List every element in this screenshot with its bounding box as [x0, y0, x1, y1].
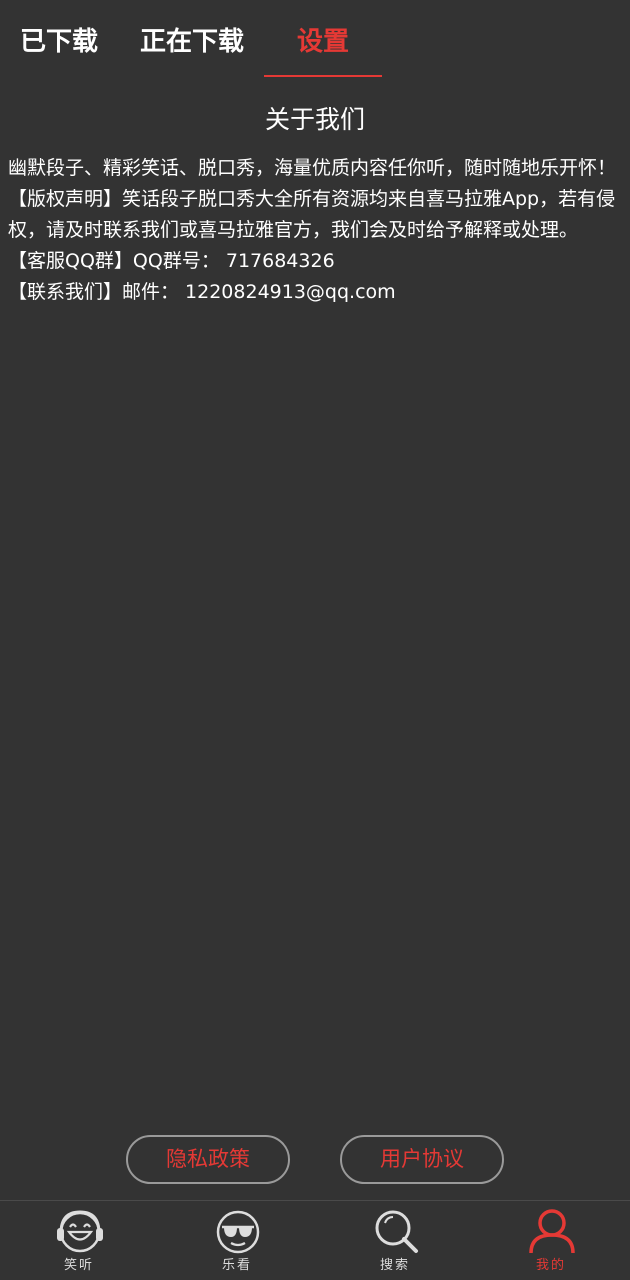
nav-label-xiaoting: 笑听 — [63, 1258, 94, 1273]
active-tab-indicator — [264, 75, 382, 77]
search-icon — [375, 1210, 418, 1253]
privacy-policy-button[interactable]: 隐私政策 — [126, 1135, 290, 1184]
tab-downloading[interactable]: 正在下载 — [140, 22, 244, 62]
nav-label-mine: 我的 — [535, 1258, 566, 1273]
copyright-notice: 【版权声明】笑话段子脱口秀大全所有资源均来自喜马拉雅App，若有侵权，请及时联系… — [8, 188, 616, 241]
nav-label-lekan: 乐看 — [221, 1258, 252, 1273]
nav-item-mine[interactable]: 我的 — [472, 1201, 630, 1280]
about-content: 幽默段子、精彩笑话、脱口秀，海量优质内容任你听，随时随地乐开怀！ 【版权声明】笑… — [8, 153, 622, 308]
user-icon — [529, 1209, 575, 1254]
top-tab-bar: 已下载 正在下载 设置 — [0, 0, 630, 82]
tab-downloaded[interactable]: 已下载 — [20, 22, 98, 62]
laughing-headphones-icon — [57, 1210, 103, 1253]
user-agreement-button[interactable]: 用户协议 — [340, 1135, 504, 1184]
about-title: 关于我们 — [264, 105, 365, 134]
contact-email: 【联系我们】邮件： 1220824913@qq.com — [8, 281, 396, 303]
about-intro: 幽默段子、精彩笑话、脱口秀，海量优质内容任你听，随时随地乐开怀！ — [8, 157, 617, 179]
nav-item-xiaoting[interactable]: 笑听 — [0, 1201, 158, 1280]
tab-settings[interactable]: 设置 — [297, 22, 349, 62]
nav-item-lekan[interactable]: 乐看 — [158, 1201, 316, 1280]
sunglasses-face-icon — [216, 1210, 260, 1254]
app-root: 已下载 正在下载 设置 关于我们 幽默段子、精彩笑话、脱口秀，海量优质内容任你听… — [0, 0, 630, 1280]
nav-item-search[interactable]: 搜索 — [316, 1201, 474, 1280]
nav-label-search: 搜索 — [379, 1258, 410, 1273]
qq-group-info: 【客服QQ群】QQ群号： 717684326 — [8, 250, 335, 272]
bottom-nav: 笑听 乐看 搜索 我的 — [0, 1200, 630, 1280]
